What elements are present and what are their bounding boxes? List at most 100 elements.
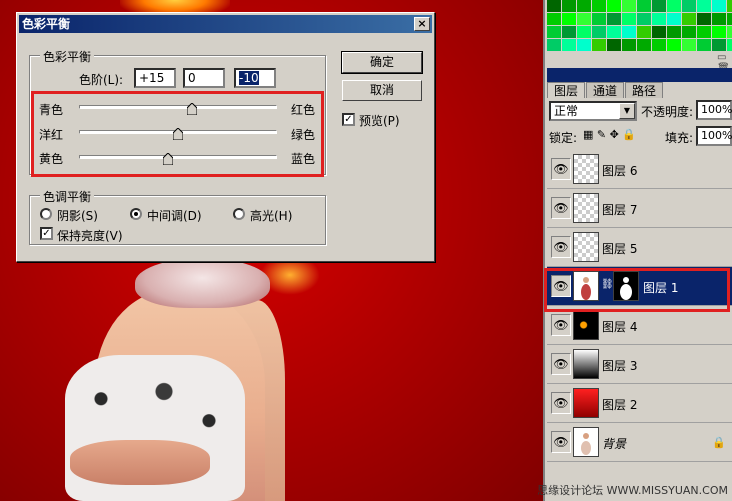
level-yellow-blue-field[interactable]: -10 — [234, 68, 276, 88]
blend-mode-select[interactable]: 正常 ▼ — [549, 101, 637, 121]
color-swatch[interactable] — [637, 13, 651, 25]
cancel-button[interactable]: 取消 — [342, 80, 422, 101]
color-swatch[interactable] — [577, 0, 591, 12]
preview-checkbox[interactable]: ✓ — [342, 113, 355, 126]
model-neck — [135, 258, 270, 308]
level-cyan-red-field[interactable]: +15 — [134, 68, 176, 88]
opacity-field[interactable]: 100% — [696, 100, 732, 120]
color-swatch[interactable] — [682, 39, 696, 51]
color-swatch[interactable] — [637, 26, 651, 38]
midtones-radio[interactable] — [130, 208, 142, 220]
tab-channels[interactable]: 通道 — [586, 82, 625, 98]
color-swatch[interactable] — [712, 0, 726, 12]
color-swatch[interactable] — [727, 0, 732, 12]
color-swatch[interactable] — [652, 13, 666, 25]
color-swatch[interactable] — [682, 13, 696, 25]
color-swatch[interactable] — [547, 0, 561, 12]
lock-options-icon[interactable]: ▦ ✎ ✥ 🔒 — [583, 128, 636, 141]
color-swatch[interactable] — [727, 39, 732, 51]
magenta-green-slider-thumb[interactable] — [173, 128, 183, 140]
layer-name: 背景 — [602, 437, 627, 451]
close-button[interactable]: × — [414, 17, 430, 31]
color-swatch[interactable] — [547, 13, 561, 25]
color-swatch[interactable] — [592, 26, 606, 38]
color-swatch[interactable] — [652, 39, 666, 51]
yellow-blue-slider-thumb[interactable] — [163, 153, 173, 165]
color-swatch[interactable] — [622, 26, 636, 38]
color-swatch[interactable] — [667, 0, 681, 12]
layer-row[interactable]: 👁 背景 🔒 — [547, 423, 732, 462]
ok-button[interactable]: 确定 — [341, 51, 423, 74]
yellow-blue-track[interactable] — [79, 155, 277, 159]
color-swatch[interactable] — [727, 26, 732, 38]
slider-green-label: 绿色 — [291, 128, 316, 142]
chevron-down-icon[interactable]: ▼ — [619, 103, 635, 119]
color-swatch[interactable] — [697, 39, 711, 51]
color-swatch[interactable] — [562, 39, 576, 51]
color-swatch[interactable] — [622, 13, 636, 25]
color-swatch[interactable] — [577, 26, 591, 38]
eye-icon[interactable]: 👁 — [551, 158, 571, 180]
color-swatch[interactable] — [697, 13, 711, 25]
color-swatch[interactable] — [622, 39, 636, 51]
preserve-luminosity-checkbox[interactable]: ✓ — [40, 227, 53, 240]
color-swatch[interactable] — [727, 13, 732, 25]
color-swatch[interactable] — [652, 26, 666, 38]
color-swatch[interactable] — [547, 26, 561, 38]
eye-icon[interactable]: 👁 — [551, 314, 571, 336]
shadows-radio[interactable] — [40, 208, 52, 220]
layer-row[interactable]: 👁 图层 3 — [547, 345, 732, 384]
eye-icon[interactable]: 👁 — [551, 431, 571, 453]
color-swatch[interactable] — [697, 26, 711, 38]
color-swatch[interactable] — [667, 13, 681, 25]
layers-panel-header[interactable] — [547, 68, 732, 82]
layer-row[interactable]: 👁 图层 6 — [547, 150, 732, 189]
eye-icon[interactable]: 👁 — [551, 392, 571, 414]
color-swatch[interactable] — [712, 39, 726, 51]
color-swatch[interactable] — [562, 0, 576, 12]
cyan-red-track[interactable] — [79, 105, 277, 109]
color-swatch[interactable] — [562, 26, 576, 38]
eye-icon[interactable]: 👁 — [551, 236, 571, 258]
level-magenta-green-field[interactable]: 0 — [183, 68, 225, 88]
color-swatch[interactable] — [592, 39, 606, 51]
layer-name: 图层 6 — [602, 164, 638, 178]
slider-blue-label: 蓝色 — [291, 152, 316, 166]
cyan-red-slider-thumb[interactable] — [187, 103, 197, 115]
color-swatch[interactable] — [577, 39, 591, 51]
highlights-radio[interactable] — [233, 208, 245, 220]
color-swatch[interactable] — [712, 26, 726, 38]
color-swatch[interactable] — [607, 13, 621, 25]
tab-paths[interactable]: 路径 — [625, 82, 664, 98]
color-swatch[interactable] — [562, 13, 576, 25]
eye-icon[interactable]: 👁 — [551, 197, 571, 219]
right-panels: ▭ 🗑 图层 通道 路径 正常 ▼ 不透明度: 100% 锁定: ▦ ✎ ✥ 🔒… — [543, 0, 732, 501]
color-swatch[interactable] — [622, 0, 636, 12]
color-swatch[interactable] — [697, 0, 711, 12]
color-swatch[interactable] — [607, 26, 621, 38]
color-balance-group-label: 色彩平衡 — [40, 48, 95, 65]
color-swatch[interactable] — [592, 0, 606, 12]
color-swatch[interactable] — [637, 39, 651, 51]
color-swatch[interactable] — [637, 0, 651, 12]
color-swatch[interactable] — [577, 13, 591, 25]
layer-row[interactable]: 👁 图层 2 — [547, 384, 732, 423]
color-swatch[interactable] — [682, 0, 696, 12]
tab-layers[interactable]: 图层 — [547, 82, 586, 98]
layer-row[interactable]: 👁 图层 5 — [547, 228, 732, 267]
eye-icon[interactable]: 👁 — [551, 353, 571, 375]
color-swatch[interactable] — [712, 13, 726, 25]
color-swatch[interactable] — [682, 26, 696, 38]
color-swatch[interactable] — [592, 13, 606, 25]
fill-field[interactable]: 100% — [696, 126, 732, 146]
color-swatch[interactable] — [607, 0, 621, 12]
color-swatch[interactable] — [667, 26, 681, 38]
color-swatch[interactable] — [652, 0, 666, 12]
highlights-label: 高光(H) — [250, 209, 293, 223]
color-swatch[interactable] — [667, 39, 681, 51]
layer-row[interactable]: 👁 图层 7 — [547, 189, 732, 228]
color-swatch[interactable] — [547, 39, 561, 51]
slider-magenta-label: 洋红 — [39, 128, 64, 142]
dialog-titlebar[interactable]: 色彩平衡 × — [19, 15, 432, 33]
color-swatch[interactable] — [607, 39, 621, 51]
